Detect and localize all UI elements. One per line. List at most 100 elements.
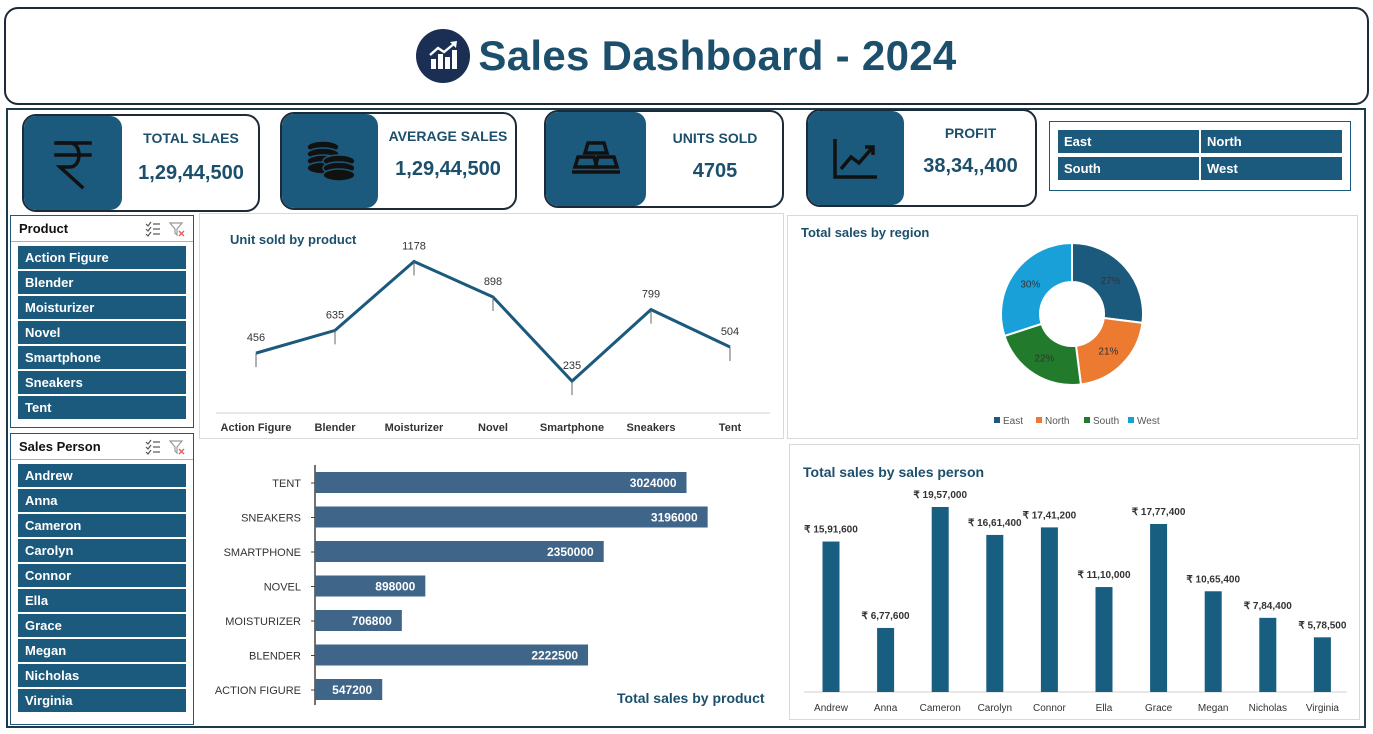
hbar-chart: 3024000 TENT 3196000 SNEAKERS 2350000 SMARTPH… <box>215 465 708 705</box>
slice-label: 27% <box>1101 276 1121 287</box>
clear-filter-icon[interactable] <box>169 439 185 455</box>
x-tick-label: Moisturizer <box>385 422 444 434</box>
clear-filter-icon[interactable] <box>169 221 185 237</box>
legend-label: East <box>1003 416 1023 427</box>
kpi-label: PROFIT <box>944 125 997 141</box>
rupee-icon <box>24 116 122 210</box>
salesperson-item-virginia[interactable]: Virginia <box>18 689 186 712</box>
bar-value-label: ₹ 5,78,500 <box>1298 620 1347 631</box>
multi-select-icon[interactable] <box>145 221 161 237</box>
region-item-south[interactable]: South <box>1058 157 1199 180</box>
slice-label: 30% <box>1020 280 1040 291</box>
y-tick-label: BLENDER <box>249 651 301 663</box>
region-item-east[interactable]: East <box>1058 130 1199 153</box>
salesperson-chart-panel: Total sales by sales person ₹ 15,91,600 A… <box>789 444 1360 720</box>
slice-label: 21% <box>1098 346 1118 357</box>
y-tick-label: MOISTURIZER <box>225 616 301 628</box>
data-label: 456 <box>247 332 265 344</box>
bar-value-label: ₹ 11,10,000 <box>1077 570 1131 581</box>
data-label: 898 <box>484 276 502 288</box>
salesperson-item-nicholas[interactable]: Nicholas <box>18 664 186 687</box>
x-tick-label: Sneakers <box>627 422 676 434</box>
legend-swatch <box>1128 417 1134 423</box>
slicer-header: Sales Person <box>11 434 193 460</box>
unit-sold-chart-panel: Unit sold by product 456 Action Figure 635… <box>199 213 784 439</box>
data-label: 235 <box>563 360 581 372</box>
product-item-sneakers[interactable]: Sneakers <box>18 371 186 394</box>
bar <box>1204 591 1222 692</box>
kpi-value: 1,29,44,500 <box>395 158 501 180</box>
line-chart: 456 Action Figure 635 Blender 1178 Moisturize… <box>216 240 770 434</box>
bar-value-label: ₹ 17,77,400 <box>1132 507 1186 518</box>
salesperson-item-connor[interactable]: Connor <box>18 564 186 587</box>
bar <box>931 507 949 692</box>
product-item-blender[interactable]: Blender <box>18 271 186 294</box>
product-item-tent[interactable]: Tent <box>18 396 186 419</box>
kpi-card-profit: PROFIT 38,34,,400 <box>806 109 1037 207</box>
data-label: 1178 <box>402 240 426 252</box>
legend-label: South <box>1093 416 1119 427</box>
salesperson-item-anna[interactable]: Anna <box>18 489 186 512</box>
x-tick-label: Virginia <box>1306 703 1340 714</box>
product-item-smartphone[interactable]: Smartphone <box>18 346 186 369</box>
page-title: Sales Dashboard - 2024 <box>478 32 957 79</box>
data-label: 635 <box>326 309 344 321</box>
bar-value-label: ₹ 19,57,000 <box>913 490 967 501</box>
vbar-chart: ₹ 15,91,600 Andrew ₹ 6,77,600 Anna ₹ 19,57,0… <box>804 490 1347 714</box>
salesperson-item-carolyn[interactable]: Carolyn <box>18 539 186 562</box>
product-item-moisturizer[interactable]: Moisturizer <box>18 296 186 319</box>
region-item-north[interactable]: North <box>1201 130 1342 153</box>
x-tick-label: Ella <box>1096 703 1113 714</box>
region-chart-panel: Total sales by region 27% 21% 22% 30% East No… <box>787 215 1358 439</box>
salesperson-item-grace[interactable]: Grace <box>18 614 186 637</box>
bar-value-label: 3196000 <box>651 511 698 525</box>
y-tick-label: TENT <box>272 478 301 490</box>
slicer-title: Sales Person <box>19 439 101 454</box>
bar-value-label: ₹ 15,91,600 <box>804 525 858 536</box>
x-tick-label: Anna <box>874 703 898 714</box>
x-tick-label: Smartphone <box>540 422 604 434</box>
data-label: 799 <box>642 289 660 301</box>
x-tick-label: Tent <box>719 422 742 434</box>
kpi-value: 38,34,,400 <box>923 155 1018 177</box>
bar-value-label: 3024000 <box>630 476 677 490</box>
salesperson-item-andrew[interactable]: Andrew <box>18 464 186 487</box>
legend-swatch <box>1036 417 1042 423</box>
salesperson-item-cameron[interactable]: Cameron <box>18 514 186 537</box>
kpi-value: 1,29,44,500 <box>138 162 244 184</box>
slicer-header: Product <box>11 216 193 242</box>
kpi-card-total-sales: TOTAL SLAES 1,29,44,500 <box>22 114 260 212</box>
kpi-label: UNITS SOLD <box>672 130 758 146</box>
region-slicer: East North South West <box>1049 121 1351 191</box>
gold-bars-icon <box>546 112 646 206</box>
bar <box>877 627 895 692</box>
product-item-novel[interactable]: Novel <box>18 321 186 344</box>
multi-select-icon[interactable] <box>145 439 161 455</box>
slice-label: 22% <box>1034 353 1054 364</box>
x-tick-label: Cameron <box>920 703 961 714</box>
bar <box>1150 523 1168 692</box>
legend-swatch <box>1084 417 1090 423</box>
legend-label: North <box>1045 416 1069 427</box>
legend-swatch <box>994 417 1000 423</box>
x-tick-label: Megan <box>1198 703 1229 714</box>
bar-value-label: 706800 <box>352 614 392 628</box>
legend-label: West <box>1137 416 1160 427</box>
x-tick-label: Nicholas <box>1249 703 1287 714</box>
analytics-logo-icon <box>416 29 471 83</box>
salesperson-item-ella[interactable]: Ella <box>18 589 186 612</box>
x-tick-label: Novel <box>478 422 508 434</box>
salesperson-item-megan[interactable]: Megan <box>18 639 186 662</box>
bar <box>986 534 1004 692</box>
bar-value-label: ₹ 17,41,200 <box>1023 510 1077 521</box>
bar-value-label: 898000 <box>375 580 415 594</box>
region-item-west[interactable]: West <box>1201 157 1342 180</box>
product-item-action-figure[interactable]: Action Figure <box>18 246 186 269</box>
dashboard-header: Sales Dashboard - 2024 <box>4 7 1369 105</box>
salesperson-slicer: Sales Person Andrew Anna Cameron Carolyn… <box>10 433 194 725</box>
bar-value-label: ₹ 16,61,400 <box>968 518 1022 529</box>
bar <box>822 541 840 692</box>
kpi-value: 4705 <box>692 160 738 182</box>
bar <box>1259 617 1277 692</box>
chart-growth-icon <box>808 111 904 205</box>
